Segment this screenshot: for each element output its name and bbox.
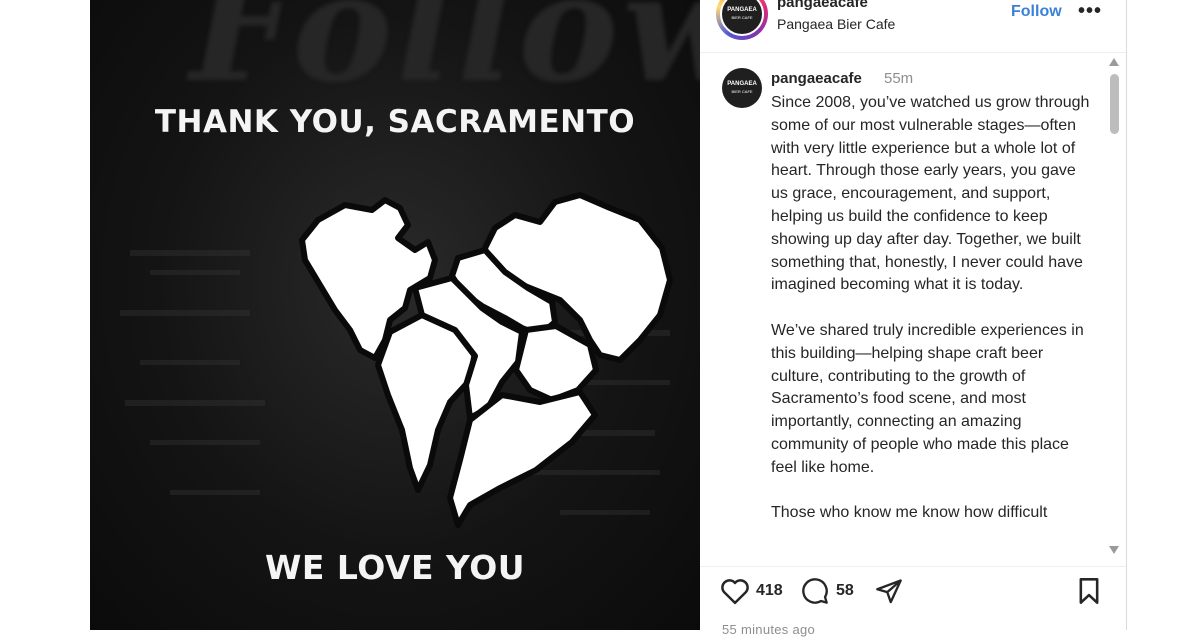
follow-button[interactable]: Follow xyxy=(1011,3,1062,21)
share-button[interactable] xyxy=(874,577,904,605)
scroll-up-arrow-icon[interactable] xyxy=(1109,58,1119,66)
share-icon xyxy=(876,579,902,604)
caption-avatar-subtext: BIER CAFE xyxy=(731,89,753,94)
post-image[interactable]: Follow THANK YOU, SACRAMENTO WE LOVE YOU xyxy=(90,0,700,630)
scrollbar-thumb[interactable] xyxy=(1110,74,1119,134)
caption-paragraph: We’ve shared truly incredible experience… xyxy=(771,321,1084,476)
caption-time[interactable]: 55m xyxy=(884,70,913,87)
scroll-down-arrow-icon[interactable] xyxy=(1109,546,1119,554)
comment-icon xyxy=(802,578,828,604)
avatar[interactable]: PANGAEA BIER CAFE xyxy=(720,0,764,36)
comment-button[interactable]: 58 xyxy=(800,577,854,605)
comments-scroll-area[interactable]: PANGAEA BIER CAFE pangaeacafe 55m Since … xyxy=(700,56,1110,560)
caption-text: Since 2008, you’ve watched us grow throu… xyxy=(771,92,1091,548)
avatar-logo-subtext: BIER CAFE xyxy=(731,15,753,20)
image-footer-text: WE LOVE YOU xyxy=(264,548,526,587)
image-title-text: THANK YOU, SACRAMENTO xyxy=(154,104,636,140)
save-button[interactable] xyxy=(1076,577,1102,605)
header-username[interactable]: pangaeacafe xyxy=(777,0,868,11)
bookmark-icon xyxy=(1079,578,1099,604)
more-icon[interactable]: ••• xyxy=(1078,0,1102,23)
comment-count[interactable]: 58 xyxy=(836,582,854,600)
post-header: PANGAEA BIER CAFE pangaeacafe Pangaea Bi… xyxy=(700,0,1126,53)
action-bar: 418 58 55 minutes ago xyxy=(700,566,1126,637)
post-detail-panel: PANGAEA BIER CAFE pangaeacafe Pangaea Bi… xyxy=(700,0,1127,637)
like-button[interactable]: 418 xyxy=(720,577,783,605)
caption-paragraph: Since 2008, you’ve watched us grow throu… xyxy=(771,94,1090,294)
avatar-logo-text: PANGAEA xyxy=(727,7,757,13)
caption-paragraph: Those who know me know how difficult xyxy=(771,504,1048,522)
heart-icon xyxy=(721,579,749,605)
caption-avatar-text: PANGAEA xyxy=(727,81,757,87)
like-count[interactable]: 418 xyxy=(756,582,783,600)
header-location[interactable]: Pangaea Bier Cafe xyxy=(777,16,895,32)
caption-avatar[interactable]: PANGAEA BIER CAFE xyxy=(722,68,762,108)
story-ring[interactable]: PANGAEA BIER CAFE xyxy=(716,0,768,40)
world-map-heart-graphic xyxy=(299,192,673,528)
caption-username[interactable]: pangaeacafe xyxy=(771,70,862,87)
